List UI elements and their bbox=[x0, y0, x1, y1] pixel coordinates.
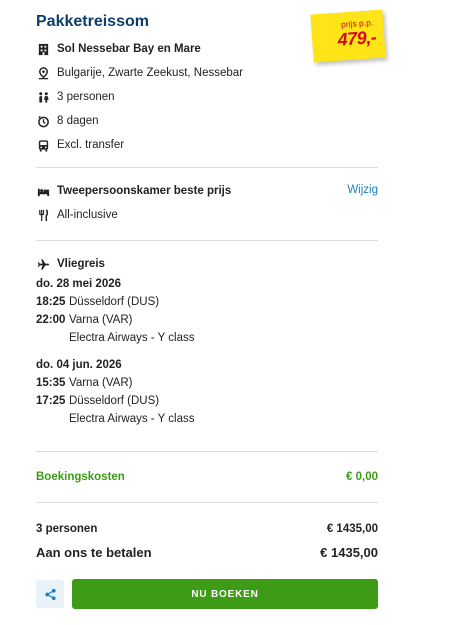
outbound-arr-place: Varna (VAR) bbox=[69, 314, 133, 326]
hotel-name: Sol Nessebar Bay en Mare bbox=[57, 43, 201, 55]
booking-costs-label: Boekingskosten bbox=[36, 471, 125, 483]
book-now-button[interactable]: NU BOEKEN bbox=[72, 579, 378, 609]
return-carrier: Electra Airways - Y class bbox=[69, 413, 195, 425]
room-type: Tweepersoonskamer beste prijs bbox=[57, 185, 232, 197]
share-icon bbox=[44, 588, 56, 600]
divider bbox=[36, 167, 378, 168]
hotel-location: Bulgarije, Zwarte Zeekust, Nessebar bbox=[57, 67, 243, 79]
board-type: All-inclusive bbox=[57, 209, 118, 221]
trip-duration: 8 dagen bbox=[57, 115, 99, 127]
return-dep-time: 15:35 bbox=[36, 377, 66, 389]
persons-price-value: € 1435,00 bbox=[326, 523, 378, 535]
outbound-dep-place: Düsseldorf (DUS) bbox=[69, 296, 160, 308]
transfer-info: Excl. transfer bbox=[57, 139, 125, 151]
return-arr-time: 17:25 bbox=[36, 395, 66, 407]
hotel-name-row: Sol Nessebar Bay en Mare bbox=[36, 41, 201, 57]
persons-price-label: 3 personen bbox=[36, 523, 98, 535]
airplane-icon bbox=[36, 257, 50, 271]
outbound-arr-time: 22:00 bbox=[36, 314, 66, 326]
persons-row: 3 personen bbox=[36, 89, 115, 105]
building-icon bbox=[36, 42, 50, 56]
outbound-carrier: Electra Airways - Y class bbox=[69, 332, 195, 344]
bus-icon bbox=[36, 138, 50, 152]
divider bbox=[36, 502, 378, 503]
return-arr-place: Düsseldorf (DUS) bbox=[69, 395, 160, 407]
booking-costs-value: € 0,00 bbox=[346, 471, 378, 483]
room-row: Tweepersoonskamer beste prijs bbox=[36, 183, 231, 199]
bed-icon bbox=[36, 184, 50, 198]
flight-heading-row: Vliegreis bbox=[36, 256, 105, 272]
flight-heading: Vliegreis bbox=[57, 258, 105, 270]
total-label: Aan ons te betalen bbox=[36, 545, 152, 560]
duration-row: 8 dagen bbox=[36, 113, 99, 129]
divider bbox=[36, 451, 378, 452]
outbound-date: do. 28 mei 2026 bbox=[36, 278, 122, 290]
outbound-dep-time: 18:25 bbox=[36, 296, 66, 308]
transfer-row: Excl. transfer bbox=[36, 137, 124, 153]
persons-icon bbox=[36, 90, 50, 104]
price-badge: prijs p.p. 479,- bbox=[310, 9, 386, 63]
price-value: 479,- bbox=[337, 27, 377, 50]
timer-icon bbox=[36, 114, 50, 128]
location-row: Bulgarije, Zwarte Zeekust, Nessebar bbox=[36, 65, 243, 81]
divider bbox=[36, 240, 378, 241]
location-pin-icon bbox=[36, 66, 50, 80]
board-row: All-inclusive bbox=[36, 207, 118, 223]
return-date: do. 04 jun. 2026 bbox=[36, 359, 122, 371]
total-value: € 1435,00 bbox=[320, 545, 378, 560]
change-room-link[interactable]: Wijzig bbox=[347, 184, 378, 196]
persons-count: 3 personen bbox=[57, 91, 115, 103]
return-dep-place: Varna (VAR) bbox=[69, 377, 133, 389]
cutlery-icon bbox=[36, 208, 50, 222]
page-title: Pakketreissom bbox=[36, 13, 149, 30]
share-button[interactable] bbox=[36, 580, 64, 608]
